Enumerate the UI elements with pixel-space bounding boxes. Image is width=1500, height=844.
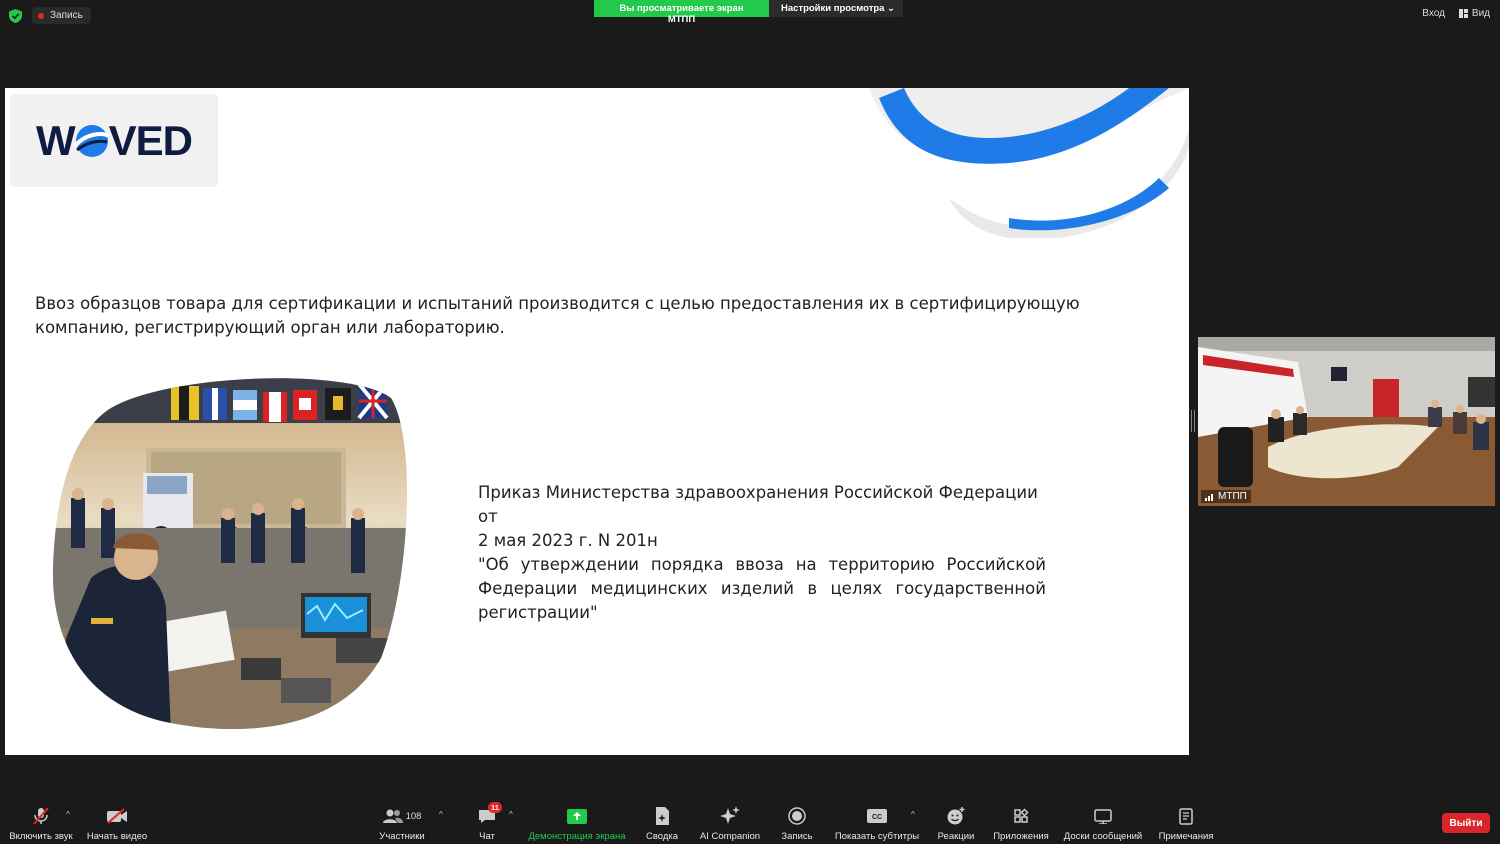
video-off-icon — [107, 808, 127, 824]
view-label: Вид — [1471, 8, 1490, 19]
participant-name-label: МТПП — [1201, 490, 1251, 503]
view-grid-icon — [1458, 9, 1468, 18]
start-video-button[interactable]: Начать видео — [84, 796, 150, 844]
chat-unread-badge: 11 — [488, 802, 502, 813]
record-icon — [788, 807, 806, 825]
brand-swoosh-graphic — [869, 88, 1189, 238]
participants-button[interactable]: 108 Участники — [374, 796, 430, 844]
order-quote: "Об утверждении порядка ввоза на террито… — [478, 555, 1046, 622]
order-line-1: Приказ Министерства здравоохранения Росс… — [478, 483, 1038, 526]
logo-text-right: VED — [108, 116, 193, 164]
apps-icon — [1014, 808, 1029, 823]
notes-label: Примечания — [1158, 831, 1214, 842]
logo-globe-icon — [73, 124, 110, 157]
whiteboards-button[interactable]: Доски сообщений — [1060, 796, 1146, 844]
view-settings-label: Настройки просмотра — [781, 3, 885, 14]
share-banner: Вы просматриваете экран МТПП Настройки п… — [594, 0, 903, 25]
unmute-label: Включить звук — [9, 831, 73, 842]
leave-meeting-button[interactable]: Выйти — [1442, 813, 1490, 833]
customs-illustration-image — [52, 378, 408, 730]
chat-options-caret-icon[interactable]: ^ — [509, 810, 513, 819]
chat-button[interactable]: 11 Чат — [470, 796, 504, 844]
record-label: Запись — [781, 831, 813, 842]
participant-video-tile[interactable]: МТПП — [1198, 337, 1495, 506]
share-screen-button[interactable]: Демонстрация экрана — [527, 796, 627, 844]
summary-label: Сводка — [645, 831, 679, 842]
svg-text:CC: CC — [872, 814, 882, 821]
participants-options-caret-icon[interactable]: ^ — [439, 810, 443, 819]
conference-room-video — [1198, 337, 1495, 506]
apps-label: Приложения — [993, 831, 1049, 842]
participants-label: Участники — [379, 831, 425, 842]
participants-count: 108 — [405, 810, 422, 822]
top-right-controls: Вход Вид — [1422, 8, 1490, 19]
ai-companion-label: AI Companion — [699, 831, 761, 842]
captions-button[interactable]: CC Показать субтитры — [833, 796, 921, 844]
whiteboards-label: Доски сообщений — [1063, 831, 1143, 842]
record-button[interactable]: Запись — [778, 796, 816, 844]
reactions-label: Реакции — [937, 831, 975, 842]
captions-icon: CC — [867, 809, 887, 823]
meeting-toolbar: Включить звук ^ Начать видео 108 Участни… — [0, 796, 1500, 844]
signal-bars-icon — [1205, 493, 1213, 501]
shield-icon[interactable] — [9, 9, 22, 23]
participant-name: МТПП — [1218, 491, 1247, 502]
company-logo: W VED — [10, 94, 218, 187]
share-screen-icon — [567, 808, 587, 824]
signin-button[interactable]: Вход — [1422, 8, 1445, 19]
audio-options-caret-icon[interactable]: ^ — [66, 810, 70, 819]
view-settings-button[interactable]: Настройки просмотра ⌄ — [769, 0, 903, 17]
notes-icon — [1179, 807, 1193, 825]
shared-screen-slide: W VED Ввоз образцов товара для сертифика… — [5, 88, 1189, 755]
slide-main-text: Ввоз образцов товара для сертификации и … — [35, 294, 1080, 337]
reactions-button[interactable]: Реакции — [934, 796, 978, 844]
apps-button[interactable]: Приложения — [991, 796, 1051, 844]
recording-indicator[interactable]: Запись — [32, 7, 91, 24]
unmute-button[interactable]: Включить звук — [6, 796, 76, 844]
start-video-label: Начать видео — [86, 831, 148, 842]
recording-label: Запись — [50, 10, 83, 21]
participants-icon — [382, 809, 403, 823]
summary-icon — [656, 807, 669, 825]
reactions-icon — [947, 807, 965, 825]
chevron-down-icon: ⌄ — [887, 3, 895, 14]
panel-resize-handle[interactable] — [1191, 410, 1195, 432]
chat-label: Чат — [479, 831, 495, 842]
recording-dot-icon — [38, 12, 44, 19]
order-line-2: 2 мая 2023 г. N 201н — [478, 531, 658, 550]
top-bar: Запись Вы просматриваете экран МТПП Наст… — [0, 0, 1500, 30]
logo-text-left: W — [36, 116, 76, 164]
mic-muted-icon — [33, 807, 49, 825]
ai-sparkle-icon — [720, 806, 740, 824]
captions-options-caret-icon[interactable]: ^ — [911, 810, 915, 819]
captions-label: Показать субтитры — [834, 831, 920, 842]
whiteboard-icon — [1094, 808, 1112, 824]
order-text-block: Приказ Министерства здравоохранения Росс… — [478, 481, 1046, 625]
share-status-label: Вы просматриваете экран МТПП — [594, 0, 769, 25]
ai-companion-button[interactable]: AI Companion — [697, 796, 763, 844]
summary-button[interactable]: Сводка — [642, 796, 682, 844]
notes-button[interactable]: Примечания — [1156, 796, 1216, 844]
share-screen-label: Демонстрация экрана — [528, 831, 626, 842]
signin-label: Вход — [1422, 8, 1445, 19]
view-button[interactable]: Вид — [1458, 8, 1490, 19]
